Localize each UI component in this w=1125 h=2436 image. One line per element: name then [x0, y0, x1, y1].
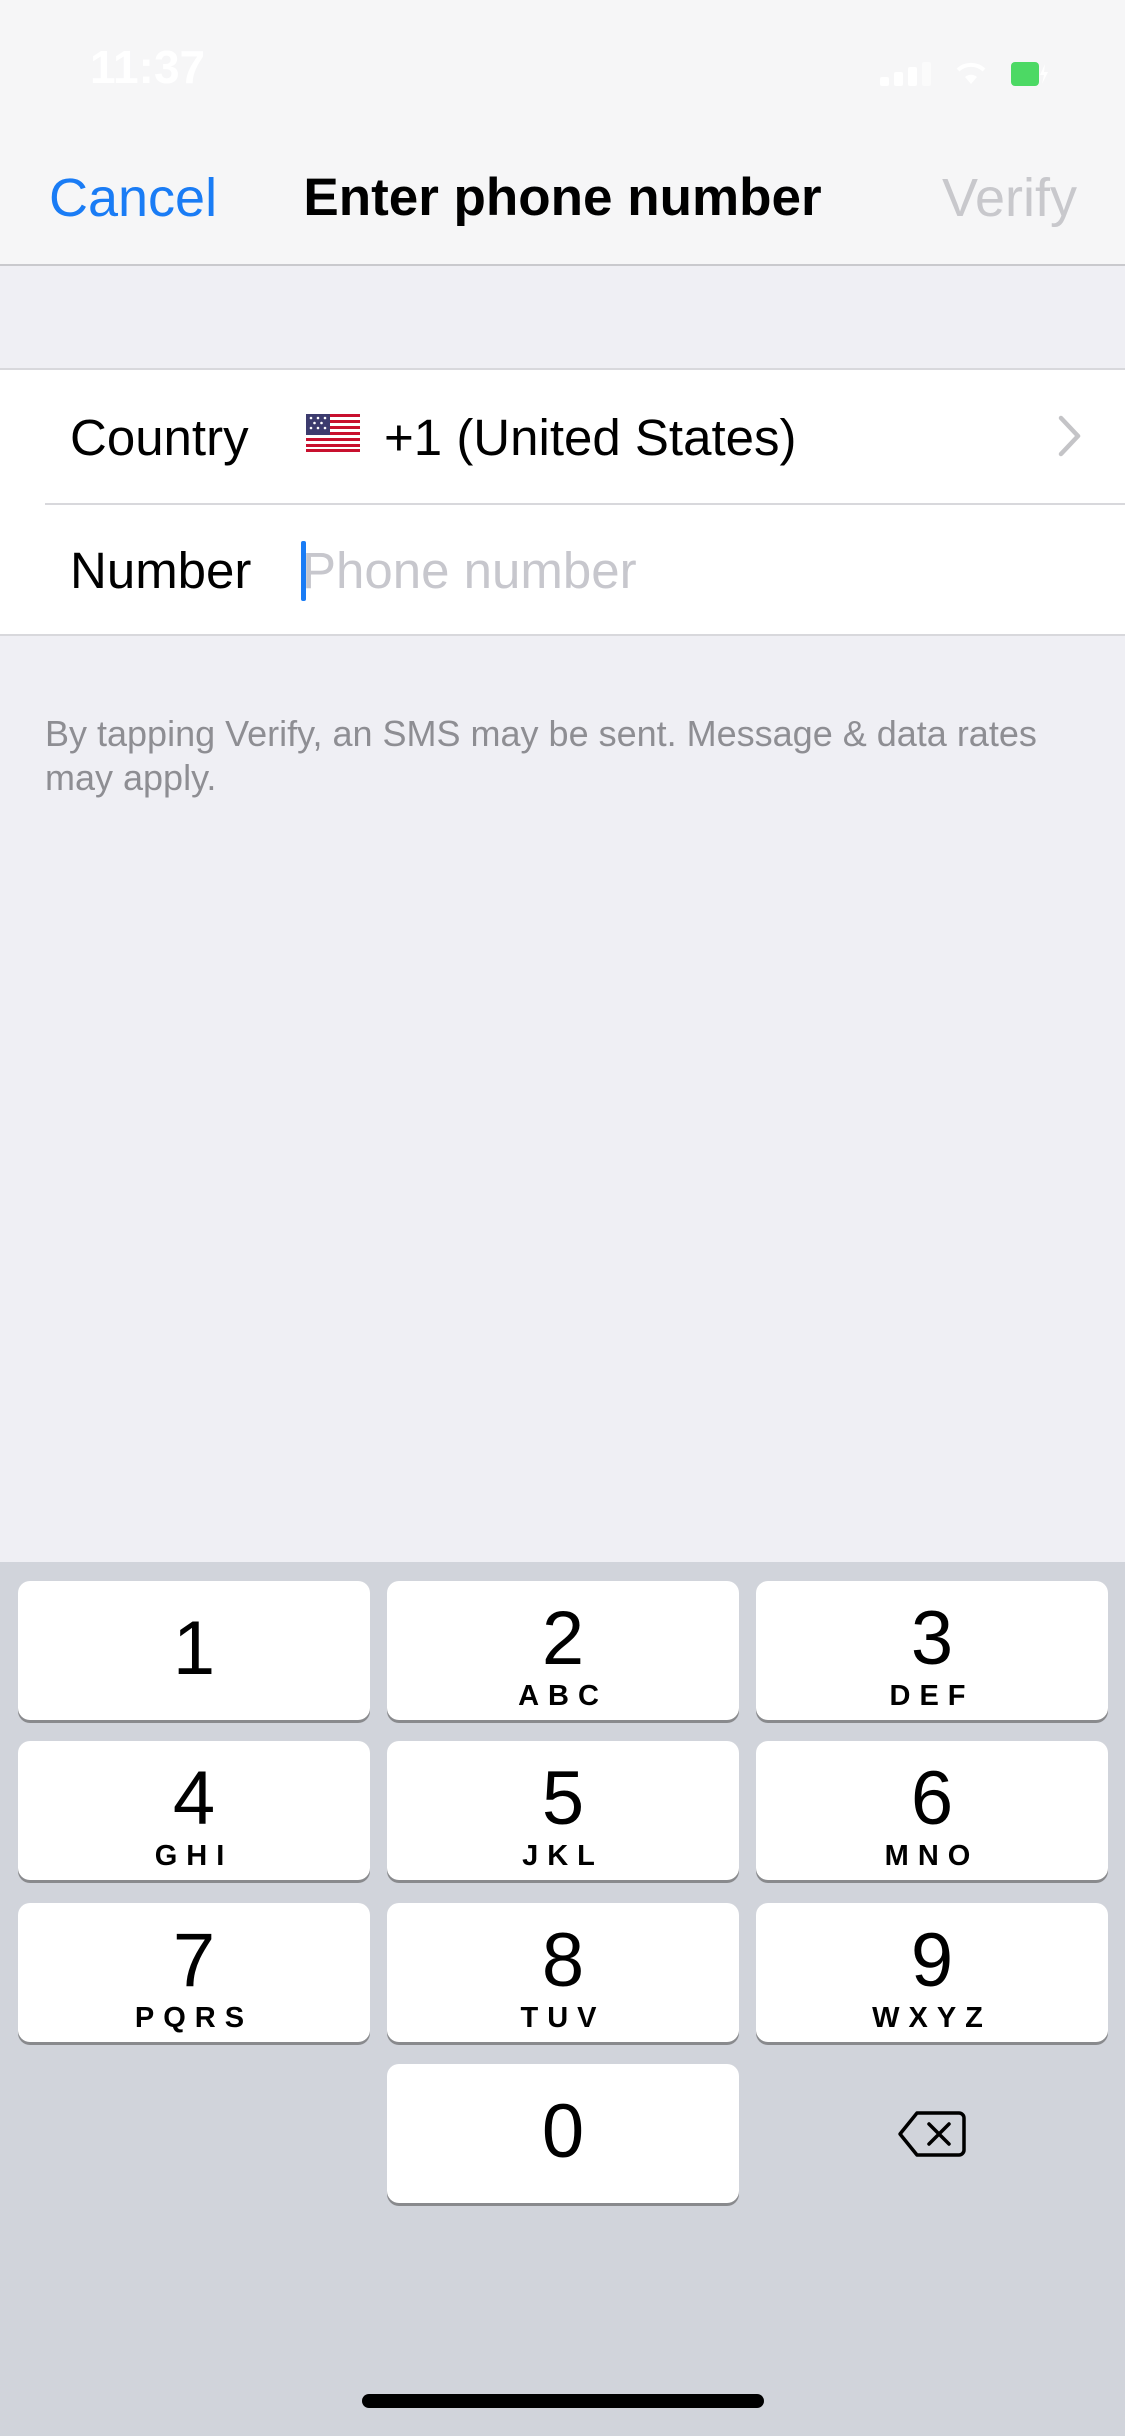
country-label: Country: [70, 409, 249, 466]
key-8[interactable]: 8 TUV: [387, 1903, 739, 2042]
key-0[interactable]: 0: [387, 2064, 739, 2203]
key-letters: DEF: [889, 1680, 975, 1712]
status-icons: [880, 56, 1048, 86]
signal-icon: [880, 60, 931, 86]
country-row[interactable]: Country +1 (United States): [0, 370, 1125, 503]
sms-disclaimer: By tapping Verify, an SMS may be sent. M…: [45, 713, 1037, 798]
key-digit: 1: [172, 1606, 216, 1691]
key-digit: 8: [541, 1918, 585, 2003]
key-letters: PQRS: [134, 2002, 254, 2034]
key-digit: 9: [910, 1918, 954, 2003]
country-value: +1 (United States): [384, 409, 797, 466]
delete-key[interactable]: [756, 2064, 1108, 2203]
battery-charging-icon: [1011, 62, 1048, 86]
key-letters: ABC: [518, 1680, 608, 1712]
key-digit: 3: [910, 1596, 954, 1681]
verify-button[interactable]: Verify: [942, 168, 1077, 228]
number-label: Number: [70, 542, 252, 599]
chevron-right-icon: [1058, 415, 1081, 457]
key-digit: 4: [172, 1756, 216, 1841]
wifi-icon: [956, 62, 986, 84]
key-letters: WXYZ: [872, 2002, 992, 2034]
key-digit: 7: [172, 1918, 216, 2003]
key-digit: 0: [541, 2089, 585, 2174]
status-time: 11:37: [90, 41, 206, 93]
key-digit: 6: [910, 1756, 954, 1841]
key-letters: JKL: [522, 1840, 604, 1872]
phone-number-input[interactable]: [302, 537, 1062, 603]
key-2[interactable]: 2 ABC: [387, 1581, 739, 1720]
key-4[interactable]: 4 GHI: [18, 1741, 370, 1880]
key-6[interactable]: 6 MNO: [756, 1741, 1108, 1880]
key-digit: 2: [541, 1596, 585, 1681]
key-1[interactable]: 1: [18, 1581, 370, 1720]
navigation-header: 11:37 Cancel Enter phone number Verify: [0, 0, 1125, 266]
phone-form: Country +1 (United States) Number: [0, 368, 1125, 636]
key-digit: 5: [541, 1756, 585, 1841]
number-row: Number: [0, 503, 1125, 636]
key-3[interactable]: 3 DEF: [756, 1581, 1108, 1720]
key-5[interactable]: 5 JKL: [387, 1741, 739, 1880]
key-letters: TUV: [520, 2002, 606, 2034]
key-7[interactable]: 7 PQRS: [18, 1903, 370, 2042]
key-letters: MNO: [884, 1840, 980, 1872]
key-letters: GHI: [154, 1840, 234, 1872]
key-9[interactable]: 9 WXYZ: [756, 1903, 1108, 2042]
backspace-icon: [898, 2110, 966, 2157]
flag-us-icon: [306, 414, 360, 452]
text-cursor: [301, 541, 306, 601]
home-indicator[interactable]: [362, 2394, 764, 2408]
